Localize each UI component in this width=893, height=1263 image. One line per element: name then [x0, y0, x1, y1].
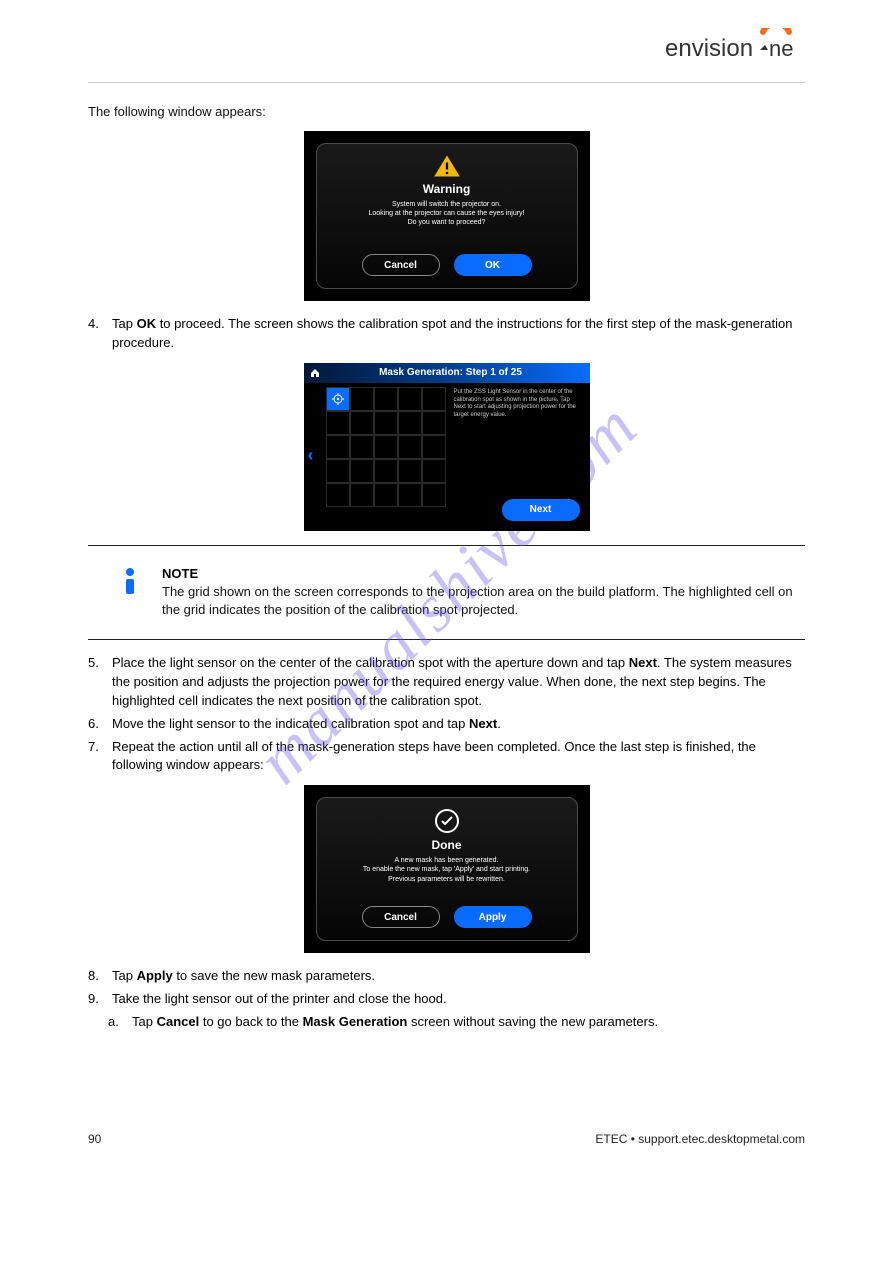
svg-text:envision: envision: [665, 35, 753, 62]
brand-logo: envision ne: [665, 28, 805, 64]
mask-gen-title: Mask Generation: Step 1 of 25: [328, 367, 590, 378]
note-heading: NOTE: [162, 566, 805, 581]
cancel-button[interactable]: Cancel: [362, 254, 440, 276]
done-message: A new mask has been generated. To enable…: [363, 856, 530, 883]
step-5: 5. Place the light sensor on the center …: [88, 654, 805, 711]
note-box: NOTE The grid shown on the screen corres…: [88, 560, 805, 625]
home-icon[interactable]: [310, 368, 320, 378]
done-title: Done: [432, 838, 462, 852]
warning-icon: [433, 154, 461, 178]
mask-generation-screenshot: Mask Generation: Step 1 of 25 ‹: [304, 363, 590, 531]
apply-button[interactable]: Apply: [454, 906, 532, 928]
info-top-divider: [88, 545, 805, 546]
target-icon: [332, 393, 344, 405]
step-9: 9. Take the light sensor out of the prin…: [88, 990, 805, 1009]
step-4: 4. Tap OK to proceed. The screen shows t…: [88, 315, 805, 353]
check-circle-icon: [434, 808, 460, 834]
ok-button[interactable]: OK: [454, 254, 532, 276]
note-body: The grid shown on the screen corresponds…: [162, 583, 805, 619]
grid-cell-active: [326, 387, 350, 411]
intro-text: The following window appears:: [88, 103, 805, 121]
done-screenshot: Done A new mask has been generated. To e…: [304, 785, 590, 953]
header-divider: [88, 82, 805, 83]
warning-screenshot: Warning System will switch the projector…: [304, 131, 590, 301]
step-7: 7. Repeat the action until all of the ma…: [88, 738, 805, 776]
back-chevron-icon[interactable]: ‹: [308, 445, 314, 466]
page-number: 90: [88, 1132, 101, 1146]
step-8: 8. Tap Apply to save the new mask parame…: [88, 967, 805, 986]
calibration-grid: [326, 387, 446, 507]
info-icon: [118, 566, 142, 601]
warning-message: System will switch the projector on. Loo…: [368, 200, 524, 227]
step-a: a. Tap Cancel to go back to the Mask Gen…: [108, 1013, 805, 1032]
footer-text: ETEC • support.etec.desktopmetal.com: [595, 1132, 805, 1146]
svg-text:ne: ne: [769, 36, 793, 61]
warning-title: Warning: [423, 182, 471, 196]
info-bottom-divider: [88, 639, 805, 640]
step-6: 6. Move the light sensor to the indicate…: [88, 715, 805, 734]
next-button[interactable]: Next: [502, 499, 580, 521]
done-cancel-button[interactable]: Cancel: [362, 906, 440, 928]
